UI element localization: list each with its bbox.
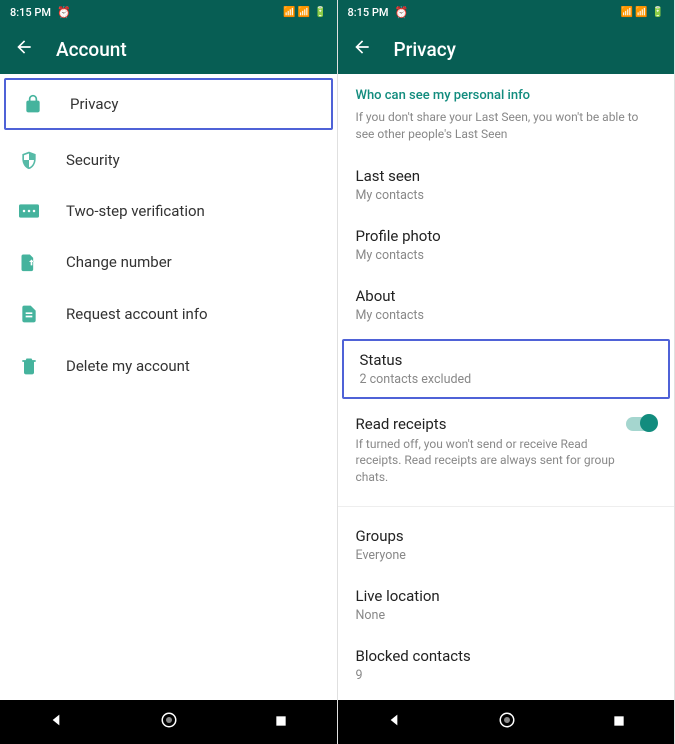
section-desc: If you don't share your Last Seen, you w… <box>338 107 675 155</box>
setting-live-location[interactable]: Live location None <box>338 575 675 635</box>
status-time: 8:15 PM <box>348 6 389 19</box>
read-receipts-toggle[interactable] <box>626 417 656 431</box>
menu-item-change-number[interactable]: Change number <box>0 236 337 288</box>
account-content: Privacy Security Two-step verification C… <box>0 74 337 700</box>
app-header: Privacy <box>338 24 675 74</box>
privacy-content: Who can see my personal info If you don'… <box>338 74 675 700</box>
menu-item-request-info[interactable]: Request account info <box>0 288 337 340</box>
nav-recent[interactable] <box>274 713 288 732</box>
priv-title: About <box>356 287 657 305</box>
shield-icon <box>18 150 40 170</box>
priv-value: My contacts <box>356 248 657 263</box>
alarm-icon: ⏰ <box>57 6 71 19</box>
setting-about[interactable]: About My contacts <box>338 275 675 335</box>
setting-profile-photo[interactable]: Profile photo My contacts <box>338 215 675 275</box>
lock-icon <box>22 94 44 114</box>
dots-icon <box>18 204 40 218</box>
highlighted-status: Status 2 contacts excluded <box>342 339 671 399</box>
priv-title: Live location <box>356 587 657 605</box>
nav-bar <box>0 700 337 744</box>
setting-groups[interactable]: Groups Everyone <box>338 515 675 575</box>
setting-last-seen[interactable]: Last seen My contacts <box>338 155 675 215</box>
priv-title: Status <box>360 351 653 369</box>
page-title: Account <box>56 38 127 61</box>
priv-title: Read receipts <box>356 415 657 433</box>
page-title: Privacy <box>394 38 456 61</box>
menu-item-delete-account[interactable]: Delete my account <box>0 340 337 392</box>
account-screen: 8:15 PM ⏰ 📶📶 🔋 Account Privacy <box>0 0 338 744</box>
signal-icons: 📶📶 <box>283 7 310 18</box>
doc-icon <box>18 304 40 324</box>
battery-indicator: 🔋 <box>314 7 326 18</box>
menu-item-privacy[interactable]: Privacy <box>6 80 331 128</box>
priv-value: 2 contacts excluded <box>360 372 653 387</box>
menu-label: Change number <box>66 253 172 271</box>
menu-label: Privacy <box>70 95 118 113</box>
nav-back[interactable] <box>48 712 64 732</box>
divider <box>338 506 675 507</box>
status-time: 8:15 PM <box>10 6 51 19</box>
priv-value: 9 <box>356 668 657 683</box>
menu-label: Request account info <box>66 305 208 323</box>
menu-label: Two-step verification <box>66 202 205 220</box>
menu-label: Security <box>66 151 120 169</box>
nav-home[interactable] <box>498 711 516 733</box>
priv-title: Groups <box>356 527 657 545</box>
status-bar: 8:15 PM ⏰ 📶📶 🔋 <box>0 0 337 24</box>
setting-read-receipts[interactable]: Read receipts If turned off, you won't s… <box>338 403 675 498</box>
status-bar: 8:15 PM ⏰ 📶📶 🔋 <box>338 0 675 24</box>
priv-title: Profile photo <box>356 227 657 245</box>
menu-item-two-step[interactable]: Two-step verification <box>0 186 337 236</box>
back-button[interactable] <box>352 37 372 61</box>
priv-value: My contacts <box>356 308 657 323</box>
section-header: Who can see my personal info <box>338 74 675 107</box>
priv-value: None <box>356 608 657 623</box>
nav-recent[interactable] <box>612 713 626 732</box>
nav-bar <box>338 700 675 744</box>
priv-desc: If turned off, you won't send or receive… <box>356 436 657 486</box>
nav-home[interactable] <box>160 711 178 733</box>
nav-back[interactable] <box>386 712 402 732</box>
privacy-screen: 8:15 PM ⏰ 📶📶 🔋 Privacy Who can see my pe… <box>338 0 675 744</box>
priv-value: Everyone <box>356 548 657 563</box>
trash-icon <box>18 356 40 376</box>
setting-status[interactable]: Status 2 contacts excluded <box>344 341 669 397</box>
highlighted-privacy: Privacy <box>4 78 333 130</box>
signal-icons: 📶📶 <box>621 7 648 18</box>
setting-fingerprint-lock[interactable]: Fingerprint lock Disabled <box>338 695 675 700</box>
back-button[interactable] <box>14 37 34 61</box>
alarm-icon: ⏰ <box>395 6 409 19</box>
priv-value: My contacts <box>356 188 657 203</box>
setting-blocked-contacts[interactable]: Blocked contacts 9 <box>338 635 675 695</box>
sim-swap-icon <box>18 252 40 272</box>
priv-title: Blocked contacts <box>356 647 657 665</box>
priv-title: Last seen <box>356 167 657 185</box>
app-header: Account <box>0 24 337 74</box>
menu-label: Delete my account <box>66 357 190 375</box>
battery-indicator: 🔋 <box>652 7 664 18</box>
menu-item-security[interactable]: Security <box>0 134 337 186</box>
